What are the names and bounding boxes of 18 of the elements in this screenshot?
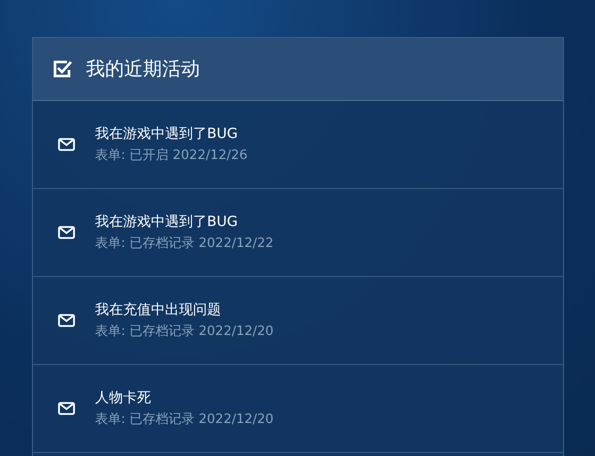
activity-item[interactable]: 我在游戏中遇到了BUG 表单: 已存档记录 2022/12/22: [33, 189, 563, 277]
checkbox-icon: [52, 59, 74, 79]
mail-icon: [58, 314, 75, 327]
activity-item[interactable]: 我在游戏中遇到了BUG 表单: 已开启 2022/12/26: [33, 101, 563, 189]
mail-icon: [58, 226, 75, 239]
activity-item[interactable]: 人物卡死 表单: 已存档记录 2022/12/20: [33, 365, 563, 453]
item-title: 我在游戏中遇到了BUG: [95, 212, 239, 232]
panel-title: 我的近期活动: [86, 56, 200, 82]
item-meta: 表单: 已开启 2022/12/26: [95, 146, 248, 165]
mail-icon: [58, 402, 75, 415]
item-title: 我在游戏中遇到了BUG: [95, 124, 239, 144]
item-meta: 表单: 已存档记录 2022/12/20: [95, 322, 274, 341]
activity-item[interactable]: 我在充值中出现问题 表单: 已存档记录 2022/12/20: [33, 277, 563, 365]
item-meta: 表单: 已存档记录 2022/12/20: [95, 410, 274, 429]
item-title: 我在充值中出现问题: [95, 300, 222, 320]
item-title: 人物卡死: [95, 388, 152, 408]
item-meta: 表单: 已存档记录 2022/12/22: [95, 234, 274, 253]
mail-icon: [58, 138, 75, 151]
